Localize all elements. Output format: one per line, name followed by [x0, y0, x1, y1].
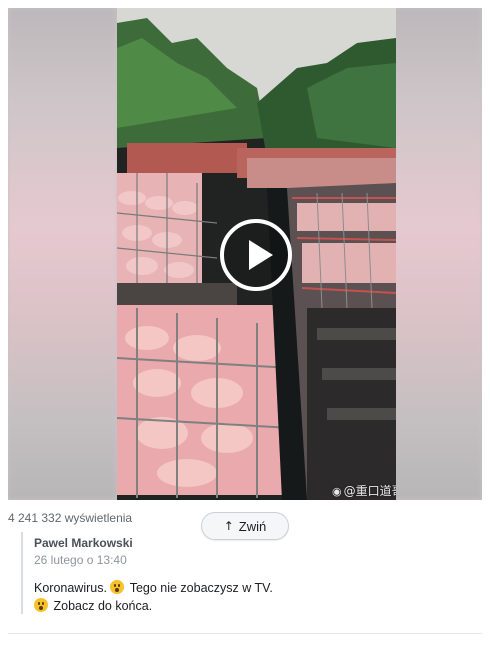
play-button[interactable] [220, 219, 292, 291]
post-text-part-2: Tego nie zobaczysz w TV. [129, 581, 273, 595]
post-container: Pawel Markowski 26 lutego o 13:40 Korona… [21, 532, 461, 614]
post-text-line-1: Koronawirus. Tego nie zobaczysz w TV. [34, 579, 454, 597]
surprised-face-emoji-icon [34, 598, 48, 612]
video-blur-left [8, 8, 117, 500]
divider [8, 633, 482, 634]
post-date[interactable]: 26 lutego o 13:40 [34, 553, 127, 567]
weibo-icon: ◉ [332, 485, 342, 498]
post-text-part-3: Zobacz do końca. [53, 599, 153, 613]
watermark-handle: @重口道哥2 [343, 484, 396, 498]
arrow-up-icon: ↑ [223, 519, 234, 533]
post-text-line-2: Zobacz do końca. [34, 597, 454, 615]
view-count: 4 241 332 wyświetlenia [8, 511, 133, 525]
surprised-face-emoji-icon [110, 580, 125, 594]
play-icon [249, 240, 273, 270]
video-watermark: ◉@重口道哥2 [332, 482, 396, 499]
post-author[interactable]: Pawel Markowski [34, 536, 133, 550]
post-text-part-1: Koronawirus. [34, 581, 107, 595]
post-text: Koronawirus. Tego nie zobaczysz w TV. Zo… [34, 579, 454, 615]
video-player[interactable]: ◉@重口道哥2 [8, 8, 482, 500]
